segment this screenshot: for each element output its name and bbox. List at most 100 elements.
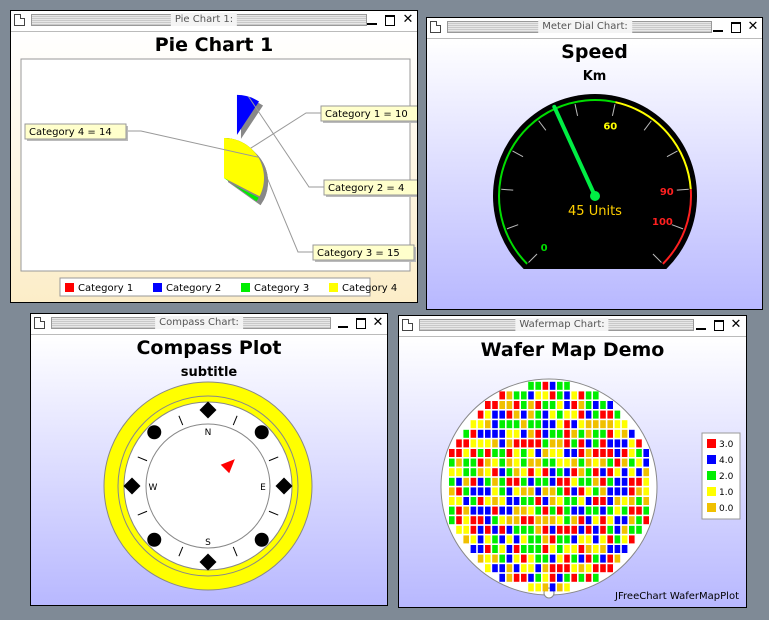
wafer-die — [600, 564, 606, 573]
wafer-die — [614, 477, 621, 486]
wafer-die — [499, 458, 505, 467]
wafer-die — [499, 516, 505, 525]
close-button[interactable]: ✕ — [729, 318, 743, 332]
minimize-button[interactable] — [336, 316, 350, 330]
wafer-die — [528, 554, 534, 563]
wafer-die — [521, 525, 527, 534]
wafer-die — [585, 439, 592, 448]
wafer-die — [521, 420, 527, 429]
window-titlebar[interactable]: Wafermap Chart: ✕ — [399, 316, 746, 337]
window-titlebar[interactable]: Meter Dial Chart: ✕ — [427, 18, 762, 39]
wafer-die — [513, 554, 520, 563]
wafer-die — [607, 535, 613, 544]
close-button[interactable]: ✕ — [746, 20, 760, 34]
wafer-die — [564, 477, 570, 486]
wafer-die — [593, 564, 599, 573]
maximize-button[interactable] — [383, 13, 397, 27]
wafer-die — [449, 449, 455, 457]
wafer-die — [578, 535, 585, 544]
wafer-die — [485, 458, 491, 467]
wafer-die — [513, 391, 520, 400]
wafer-die — [607, 497, 613, 505]
window-menu-icon[interactable] — [402, 319, 413, 331]
close-button[interactable]: ✕ — [371, 316, 385, 330]
wafer-die — [485, 477, 491, 486]
wafer-die — [470, 525, 477, 534]
close-button[interactable]: ✕ — [401, 13, 415, 27]
wafer-die — [614, 497, 621, 505]
wafer-die — [585, 468, 592, 477]
compass-label-s: S — [205, 538, 211, 548]
wafer-die — [521, 468, 527, 477]
wafer-die — [629, 535, 635, 544]
wafer-die — [549, 545, 556, 553]
window-title: Wafermap Chart: — [515, 318, 609, 331]
wafer-die — [578, 410, 585, 419]
window-menu-icon[interactable] — [430, 21, 441, 33]
wafer-die — [492, 420, 498, 429]
wafer-die — [485, 449, 491, 457]
minimize-button[interactable] — [711, 20, 725, 34]
minimize-button[interactable] — [365, 13, 379, 27]
wafer-die — [485, 429, 491, 438]
wafer-die — [607, 439, 613, 448]
plot-area — [20, 58, 411, 272]
maximize-button[interactable] — [354, 316, 368, 330]
wafer-die — [513, 410, 520, 419]
wafer-die — [470, 429, 477, 438]
wafer-die — [557, 458, 563, 467]
pie-slice-label: Category 3 = 15 — [317, 248, 400, 259]
wafer-die — [521, 391, 527, 400]
wafer-die — [607, 525, 613, 534]
wafer-die — [593, 401, 599, 409]
wafer-die — [513, 401, 520, 409]
wafer-die — [629, 497, 635, 505]
wafer-die — [542, 535, 549, 544]
wafer-die — [636, 439, 642, 448]
wafer-die — [485, 410, 491, 419]
minimize-button[interactable] — [694, 318, 708, 332]
window-menu-icon[interactable] — [34, 317, 45, 329]
meter-dial: 0 60 90 100 45 Units — [493, 94, 697, 269]
wafer-die — [477, 497, 484, 505]
wafer-die — [499, 506, 505, 515]
wafer-die — [578, 506, 585, 515]
wafer-die — [521, 429, 527, 438]
wafer-die — [571, 410, 577, 419]
wafer-die — [513, 525, 520, 534]
window-titlebar[interactable]: Pie Chart 1: ✕ — [11, 11, 417, 32]
wafer-die — [557, 391, 563, 400]
maximize-button[interactable] — [729, 20, 743, 34]
wafer-die — [521, 506, 527, 515]
wafer-die — [492, 439, 498, 448]
window-menu-icon[interactable] — [14, 14, 25, 26]
wafer-die — [578, 429, 585, 438]
wafer-die — [585, 564, 592, 573]
wafer-die — [564, 583, 570, 592]
window-titlebar[interactable]: Compass Chart: ✕ — [31, 314, 387, 335]
wafer-die — [614, 487, 621, 496]
wafer-die — [521, 535, 527, 544]
compass-inner-circle — [145, 423, 271, 549]
wafer-die — [571, 564, 577, 573]
maximize-button[interactable] — [712, 318, 726, 332]
wafer-die — [470, 458, 477, 467]
wafer-die — [629, 429, 635, 438]
wafer-die — [614, 506, 621, 515]
chart-panel: Speed Km 0 60 90 100 45 Units — [427, 39, 762, 309]
wafer-die — [528, 449, 534, 457]
compass-intercardinal-marker — [254, 425, 269, 440]
chart-panel: Wafer Map Demo 3.0 4.0 2.0 1.0 0.0 JFreeChar… — [399, 337, 746, 607]
wafer-die — [528, 564, 534, 573]
wafer-die — [513, 429, 520, 438]
wafer-die — [449, 487, 455, 496]
wafer-die — [470, 545, 477, 553]
wafer-die — [506, 525, 513, 534]
wafer-die — [549, 420, 556, 429]
wafer-die — [463, 439, 469, 448]
legend-item-label: Category 4 — [342, 283, 397, 294]
wafer-die — [607, 516, 613, 525]
wafer-die — [593, 391, 599, 400]
wafer-die — [571, 554, 577, 563]
wafer-die — [600, 535, 606, 544]
